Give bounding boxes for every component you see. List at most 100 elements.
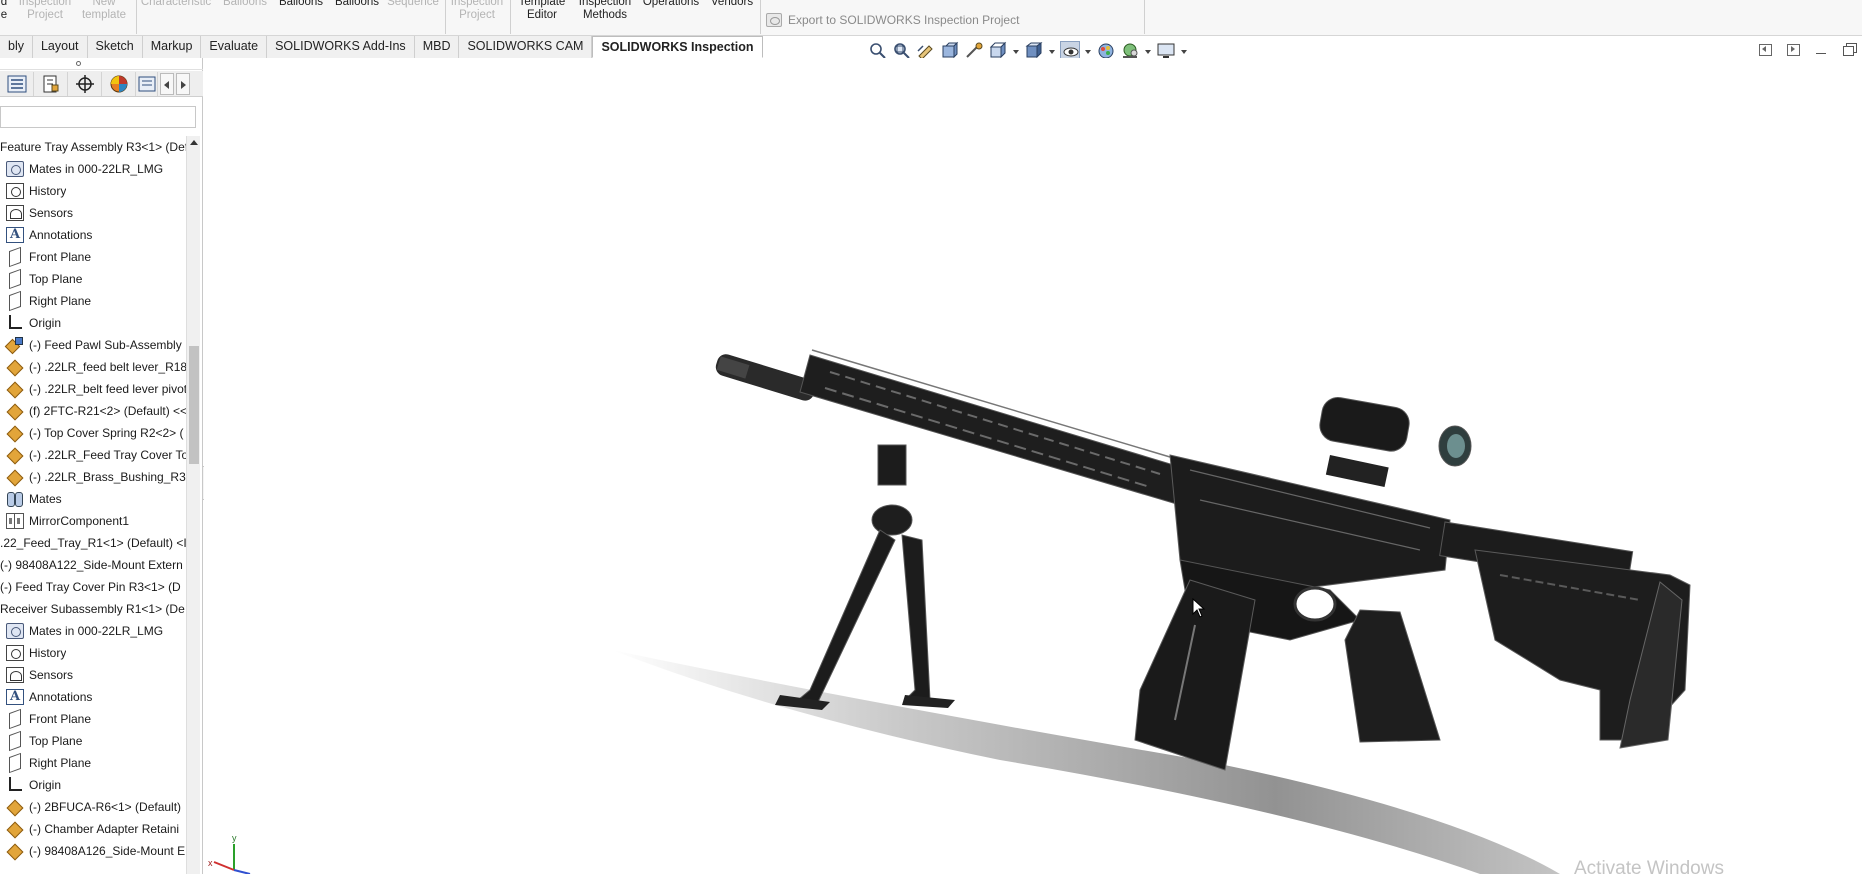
tree-item[interactable]: Top Plane xyxy=(6,268,82,290)
tab-solidworks-add-ins[interactable]: SOLIDWORKS Add-Ins xyxy=(267,36,415,58)
ribbon-button-operations[interactable]: Operations xyxy=(640,0,702,9)
tree-item[interactable]: Mates in 000-22LR_LMG xyxy=(6,620,163,642)
tree-item-label: (-) .22LR_feed belt lever_R18< xyxy=(29,360,186,374)
sensors-icon xyxy=(6,667,24,683)
tree-item[interactable]: Mates xyxy=(6,488,62,510)
tree-scrollbar[interactable] xyxy=(186,136,200,874)
command-manager-ribbon: de Inspection Project New template Charact… xyxy=(0,0,1862,36)
tree-item[interactable]: (-) .22LR_Brass_Bushing_R3< xyxy=(6,466,186,488)
configurationmanager-icon[interactable] xyxy=(68,71,102,96)
tree-item-label: Sensors xyxy=(29,668,74,682)
tile-left-icon[interactable] xyxy=(1758,42,1772,56)
ribbon-button-sequence[interactable]: Sequence xyxy=(386,0,440,9)
minimize-icon[interactable] xyxy=(1814,42,1828,56)
export-label: Export to SOLIDWORKS Inspection Project xyxy=(788,13,1020,27)
part-icon xyxy=(6,425,24,441)
scroll-up-arrow[interactable] xyxy=(190,140,198,145)
tree-item[interactable]: (-) .22LR_feed belt lever_R18< xyxy=(6,356,186,378)
tree-item[interactable]: Front Plane xyxy=(6,246,91,268)
tree-item-label: (-) Feed Tray Cover Pin R3<1> (D xyxy=(0,580,181,594)
tree-item[interactable]: (-) .22LR_Feed Tray Cover To: xyxy=(6,444,186,466)
tree-item[interactable]: Front Plane xyxy=(6,708,91,730)
tree-item[interactable]: (-) 2BFUCA-R6<1> (Default) xyxy=(6,796,181,818)
tab-sketch[interactable]: Sketch xyxy=(87,36,143,58)
tree-filter-input[interactable] xyxy=(0,106,196,128)
tree-item[interactable]: .22_Feed_Tray_R1<1> (Default) <I xyxy=(0,532,186,554)
tree-item[interactable]: Mates in 000-22LR_LMG xyxy=(6,158,163,180)
tile-right-icon[interactable] xyxy=(1786,42,1800,56)
tab-solidworks-inspection[interactable]: SOLIDWORKS Inspection xyxy=(592,36,763,58)
tree-item[interactable]: (-) Top Cover Spring R2<2> ( xyxy=(6,422,184,444)
annotations-icon xyxy=(6,689,24,705)
tree-item[interactable]: Right Plane xyxy=(6,290,91,312)
panel-tabs-scroll-right[interactable] xyxy=(176,72,190,95)
part-icon xyxy=(6,381,24,397)
tab-mbd[interactable]: MBD xyxy=(414,36,460,58)
ribbon-button-inspection-methods[interactable]: Inspection Methods xyxy=(574,0,636,22)
plane-icon xyxy=(9,708,21,730)
tree-item[interactable]: History xyxy=(6,642,66,664)
tree-item[interactable]: (-) Chamber Adapter Retaini xyxy=(6,818,179,840)
tree-item-label: Sensors xyxy=(29,206,74,220)
ribbon-button-balloons-1[interactable]: Balloons xyxy=(222,0,268,9)
ribbon-button-characteristic[interactable]: Characteristic xyxy=(140,0,212,9)
ribbon-separator xyxy=(445,0,446,34)
displaymanager-icon[interactable] xyxy=(102,71,136,96)
tree-item[interactable]: (-) 98408A126_Side-Mount E: xyxy=(6,840,186,862)
tab-layout[interactable]: Layout xyxy=(32,36,88,58)
propertymanager-icon[interactable] xyxy=(34,71,68,96)
tab-solidworks-cam[interactable]: SOLIDWORKS CAM xyxy=(459,36,593,58)
ribbon-button-vendors[interactable]: Vendors xyxy=(708,0,756,9)
tree-item[interactable]: Annotations xyxy=(6,686,92,708)
tree-item[interactable]: (-) Feed Tray Cover Pin R3<1> (D xyxy=(0,576,181,598)
tree-item-label: Front Plane xyxy=(29,712,92,726)
part-icon xyxy=(6,799,24,815)
scroll-thumb[interactable] xyxy=(189,346,199,464)
tree-item[interactable]: (f) 2FTC-R21<2> (Default) << xyxy=(6,400,186,422)
reference-triad: y x xyxy=(208,833,251,874)
graphics-area[interactable]: y x Activate Windows xyxy=(204,58,1862,874)
tree-item-label: Mates in 000-22LR_LMG xyxy=(29,162,164,176)
tree-item[interactable]: Receiver Subassembly R1<1> (De xyxy=(0,598,185,620)
ribbon-button-balloons-2[interactable]: Balloons xyxy=(278,0,324,9)
tree-item[interactable]: (-) 98408A122_Side-Mount Extern xyxy=(0,554,183,576)
mirror-icon xyxy=(6,513,24,529)
tab-evaluate[interactable]: Evaluate xyxy=(201,36,268,58)
tree-item[interactable]: (-) .22LR_belt feed lever pivot xyxy=(6,378,186,400)
ribbon-button-0[interactable]: de xyxy=(0,0,8,22)
tree-item[interactable]: Annotations xyxy=(6,224,92,246)
tab-markup[interactable]: Markup xyxy=(142,36,202,58)
tree-item[interactable]: History xyxy=(6,180,66,202)
tree-item[interactable]: MirrorComponent1 xyxy=(6,510,129,532)
tree-item-label: MirrorComponent1 xyxy=(29,514,130,528)
panel-grip[interactable] xyxy=(0,58,203,70)
ribbon-button-template-editor[interactable]: Template Editor xyxy=(514,0,570,22)
rifle-model-3d[interactable] xyxy=(204,58,1862,874)
mates-in-icon xyxy=(6,161,24,177)
tree-item[interactable]: Sensors xyxy=(6,202,73,224)
subassy-icon xyxy=(6,337,24,353)
tree-item[interactable]: (-) Feed Pawl Sub-Assembly xyxy=(6,334,182,356)
tree-item[interactable]: Top Plane xyxy=(6,730,82,752)
tree-item[interactable]: Right Plane xyxy=(6,752,91,774)
tab-assembly[interactable]: bly xyxy=(0,36,33,58)
tree-item[interactable]: Origin xyxy=(6,774,61,796)
tree-item-label: (-) Top Cover Spring R2<2> ( xyxy=(29,426,184,440)
ribbon-button-new-template[interactable]: New template xyxy=(80,0,128,22)
triad-x-label: x xyxy=(208,858,213,868)
tree-item-label: (-) .22LR_Feed Tray Cover To: xyxy=(29,448,186,462)
ribbon-button-inspection-project-2[interactable]: Inspection Project xyxy=(448,0,506,22)
ribbon-button-balloons-3[interactable]: Balloons xyxy=(334,0,380,9)
ribbon-button-inspection-project[interactable]: Inspection Project xyxy=(14,0,76,22)
cam-icon[interactable] xyxy=(136,71,158,96)
sensors-icon xyxy=(6,205,24,221)
export-to-inspection-project-button[interactable]: Export to SOLIDWORKS Inspection Project xyxy=(766,12,1019,28)
matesf-icon xyxy=(6,491,24,507)
panel-tabs-scroll-left[interactable] xyxy=(160,72,174,95)
featuremanager-tree-icon[interactable] xyxy=(0,71,34,96)
tree-item[interactable]: Sensors xyxy=(6,664,73,686)
tree-item[interactable]: Origin xyxy=(6,312,61,334)
restore-icon[interactable] xyxy=(1842,42,1857,56)
tree-item-label: Mates xyxy=(29,492,62,506)
tree-item[interactable]: Feature Tray Assembly R3<1> (Defa xyxy=(0,136,186,158)
